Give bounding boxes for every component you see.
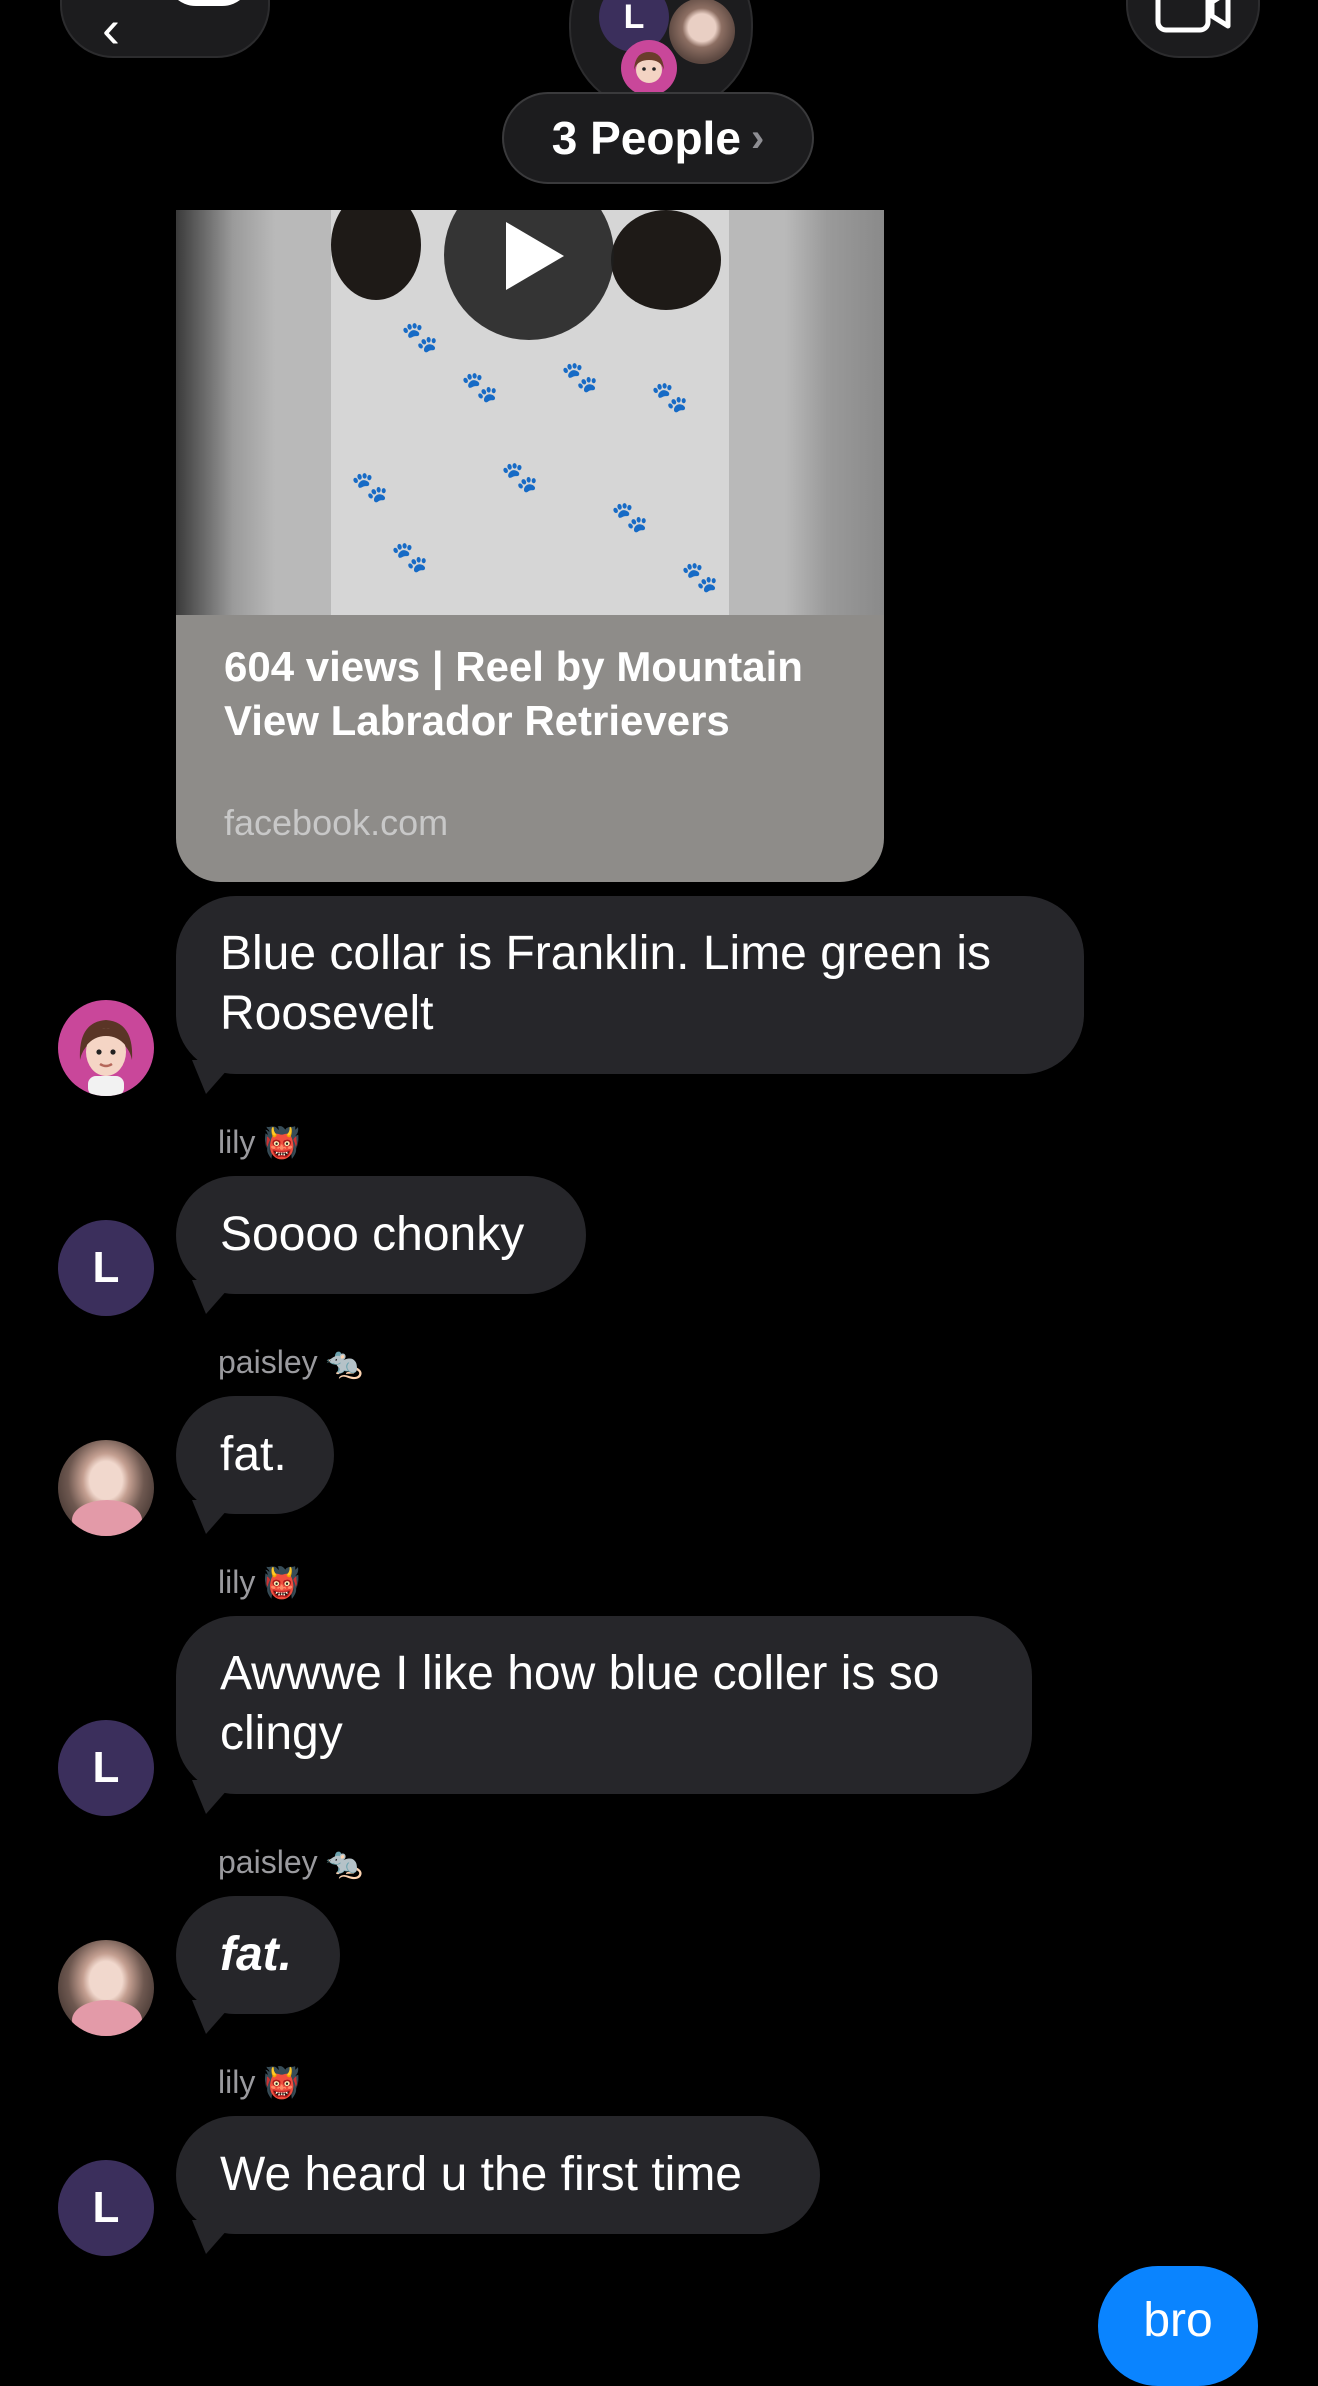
message-bubble[interactable]: fat. — [176, 1396, 334, 1534]
link-preview-title: 604 views | Reel by Mountain View Labrad… — [224, 643, 803, 744]
unread-count-badge: 0 — [166, 0, 252, 6]
video-camera-icon — [1155, 0, 1231, 33]
back-button[interactable]: ‹ 0 — [60, 0, 270, 58]
avatar-photo-detail — [72, 2000, 142, 2036]
group-members-label: 3 People — [551, 112, 741, 164]
message-bubble[interactable]: Blue collar is Franklin. Lime green is R… — [176, 896, 1084, 1094]
message-bubble[interactable]: fat. — [176, 1896, 340, 2034]
avatar-photo-detail — [72, 1500, 142, 1536]
paisley-mini-avatar — [669, 0, 735, 64]
chevron-right-icon: › — [750, 115, 765, 160]
avatar-lily[interactable]: L — [58, 1220, 154, 1316]
bubble-tail — [192, 1500, 236, 1534]
avatar-lily[interactable]: L — [58, 2160, 154, 2256]
rat-emoji: 🐀 — [325, 1847, 363, 1880]
sender-name-text: lily — [218, 1564, 256, 1600]
paw-print: 🐾 — [651, 381, 689, 414]
avatar-paisley[interactable] — [58, 1940, 154, 2036]
group-members-button[interactable]: 3 People › — [502, 92, 814, 184]
reel-thumbnail: 🐾 🐾 🐾 🐾 🐾 🐾 🐾 🐾 🐾 — [176, 210, 884, 615]
paw-print: 🐾 — [681, 561, 719, 594]
paw-print: 🐾 — [391, 541, 429, 574]
message-bubble[interactable]: Soooo chonky — [176, 1176, 586, 1314]
bubble-tail — [192, 1060, 236, 1094]
message-text: fat. — [220, 1928, 292, 1981]
sender-name: paisley 🐀 — [218, 1844, 363, 1881]
avatar-lily[interactable]: L — [58, 1720, 154, 1816]
outgoing-message-bubble[interactable]: bro — [1098, 2266, 1258, 2386]
sender-name: paisley 🐀 — [218, 1344, 363, 1381]
link-preview-card[interactable]: 🐾 🐾 🐾 🐾 🐾 🐾 🐾 🐾 🐾 604 views | Reel by Mo… — [176, 210, 884, 882]
message-text: We heard u the first time — [220, 2148, 742, 2201]
chevron-left-icon: ‹ — [102, 0, 120, 59]
message-text: Awwwe I like how blue coller is so cling… — [220, 1647, 940, 1760]
bubble-tail — [192, 1780, 236, 1814]
video-call-button[interactable] — [1126, 0, 1260, 58]
sender-name: lily 👹 — [218, 2064, 301, 2101]
message-bubble[interactable]: Awwwe I like how blue coller is so cling… — [176, 1616, 1032, 1814]
avatar-paisley[interactable] — [58, 1440, 154, 1536]
paw-print: 🐾 — [611, 501, 649, 534]
sender-name-text: paisley — [218, 1844, 318, 1880]
message-bubble[interactable]: We heard u the first time — [176, 2116, 820, 2254]
sender-name: lily 👹 — [218, 1124, 301, 1161]
puppy-shape — [331, 210, 421, 300]
sender-name: lily 👹 — [218, 1564, 301, 1601]
paw-print: 🐾 — [501, 461, 539, 494]
paw-print: 🐾 — [351, 471, 389, 504]
paw-print: 🐾 — [461, 371, 499, 404]
sender-name-text: lily — [218, 1124, 256, 1160]
paw-print: 🐾 — [401, 321, 439, 354]
bubble-tail — [192, 1280, 236, 1314]
ogre-emoji: 👹 — [263, 2067, 301, 2100]
bubble-tail — [192, 2000, 236, 2034]
message-text: Soooo chonky — [220, 1208, 525, 1261]
message-text: fat. — [220, 1428, 287, 1481]
paw-print: 🐾 — [561, 361, 599, 394]
sender-name-text: lily — [218, 2064, 256, 2100]
ogre-emoji: 👹 — [263, 1567, 301, 1600]
message-text: Blue collar is Franklin. Lime green is R… — [220, 927, 991, 1040]
bubble-tail — [192, 2220, 236, 2254]
avatar-memoji[interactable] — [58, 1000, 154, 1096]
play-icon — [506, 222, 564, 290]
sender-name-text: paisley — [218, 1344, 318, 1380]
memoji-mini-avatar — [621, 40, 677, 96]
puppy-shape — [611, 210, 721, 310]
ogre-emoji: 👹 — [263, 1127, 301, 1160]
link-preview-domain: facebook.com — [224, 802, 449, 843]
rat-emoji: 🐀 — [325, 1347, 363, 1380]
